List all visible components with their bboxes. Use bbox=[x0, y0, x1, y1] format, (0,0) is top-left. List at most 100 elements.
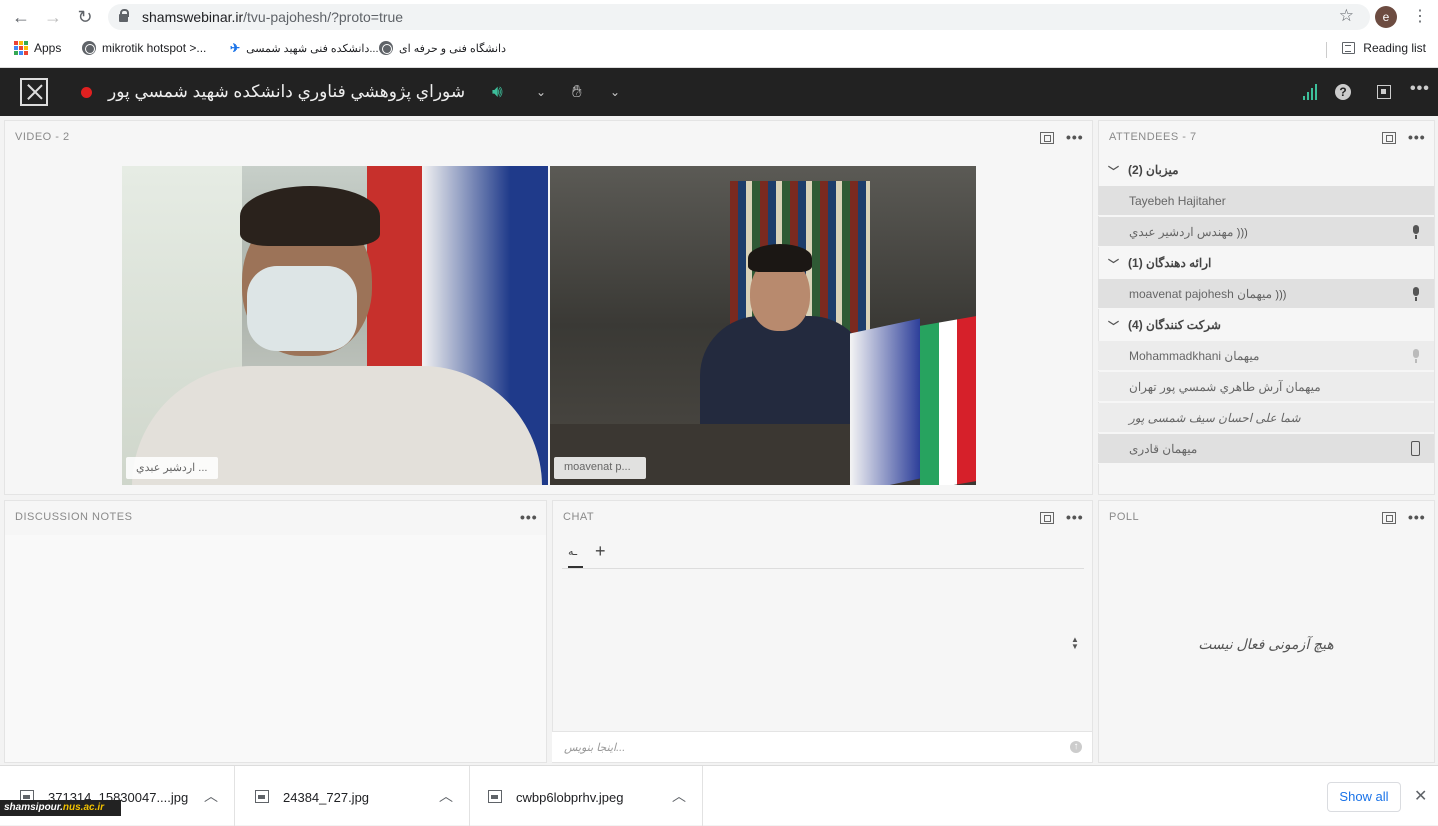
chat-tab-everyone[interactable]: ـه bbox=[568, 545, 577, 558]
send-icon[interactable]: ↑ bbox=[1070, 741, 1082, 753]
help-icon[interactable]: ? bbox=[1335, 84, 1351, 100]
close-icon[interactable]: ✕ bbox=[1414, 786, 1427, 806]
url-path: /tvu-pajohesh/?proto=true bbox=[243, 9, 404, 25]
notes-area[interactable] bbox=[5, 535, 546, 762]
video-tile-presenter-1[interactable]: اردشیر عبدي ... bbox=[122, 166, 548, 485]
divider bbox=[562, 568, 1084, 569]
connection-signal-icon[interactable] bbox=[1303, 84, 1319, 100]
attendee-row[interactable]: مهندس اردشير عبدي ))) bbox=[1098, 217, 1434, 247]
video-name-label: اردشیر عبدي ... bbox=[126, 457, 218, 479]
microphone-icon[interactable] bbox=[1412, 225, 1420, 239]
attendee-row[interactable]: ميهمان آرش طاهري شمسي پور تهران bbox=[1098, 372, 1434, 402]
attendee-group-hosts[interactable]: ﹀ ميزبان (2) bbox=[1098, 155, 1434, 185]
chat-placeholder: اینجا بنویس... bbox=[564, 742, 626, 754]
group-label: شرکت کنندگان (4) bbox=[1128, 318, 1221, 332]
attendees-pod-title: ATTENDEES - 7 bbox=[1109, 131, 1197, 143]
speaking-icon: ))) bbox=[1236, 227, 1248, 239]
add-chat-tab-icon[interactable]: + bbox=[595, 541, 606, 562]
attendee-name: Mohammadkhani میهمان bbox=[1129, 349, 1260, 363]
attendee-row[interactable]: moavenat pajohesh میهمان ))) bbox=[1098, 279, 1434, 309]
maximize-icon[interactable] bbox=[1382, 132, 1396, 144]
browser-menu-icon[interactable]: ⋮ bbox=[1412, 6, 1428, 26]
image-file-icon bbox=[488, 790, 502, 803]
download-item[interactable]: 371314_15830047....jpg ︿ bbox=[0, 766, 235, 826]
more-options-icon[interactable]: ••• bbox=[1410, 80, 1430, 98]
chevron-up-icon[interactable]: ︿ bbox=[439, 786, 453, 806]
chat-pod: CHAT ••• bbox=[552, 500, 1093, 763]
attendee-name: moavenat pajohesh میهمان ))) bbox=[1129, 287, 1287, 301]
group-label: ارائه دهندگان (1) bbox=[1128, 256, 1212, 270]
bookmark-mikrotik[interactable]: mikrotik hotspot >... bbox=[82, 41, 206, 55]
reading-list-icon bbox=[1342, 42, 1356, 54]
more-options-icon[interactable]: ••• bbox=[520, 509, 538, 525]
poll-empty-message: هیچ آزمونی فعال نیست bbox=[1198, 636, 1334, 652]
attendee-name: شما علی احسان سیف شمسی پور bbox=[1129, 411, 1301, 425]
chevron-down-icon[interactable]: ﹀ bbox=[1108, 163, 1119, 179]
chevron-down-icon[interactable]: ﹀ bbox=[1108, 318, 1119, 334]
more-options-icon[interactable]: ••• bbox=[1066, 509, 1084, 525]
chat-pod-title: CHAT bbox=[563, 511, 595, 523]
poll-pod: POLL ••• bbox=[1098, 500, 1435, 763]
chat-input[interactable]: اینجا بنویس... ↑ bbox=[552, 731, 1092, 762]
scroll-arrows-icon[interactable]: ▲ ▼ bbox=[1071, 636, 1079, 651]
image-file-icon bbox=[255, 790, 269, 803]
site-watermark: shamsipour.nus.ac.ir bbox=[0, 800, 121, 816]
attendee-row[interactable]: Tayebeh Hajitaher bbox=[1098, 186, 1434, 216]
flag-university bbox=[850, 318, 920, 485]
more-options-icon[interactable]: ••• bbox=[1408, 509, 1426, 525]
show-all-button[interactable]: Show all bbox=[1327, 782, 1401, 812]
attendee-group-participants[interactable]: ﹀ شرکت کنندگان (4) bbox=[1098, 310, 1434, 340]
bookmark-tvu[interactable]: دانشگاه فنی و حرفه ای bbox=[379, 41, 506, 55]
profile-avatar[interactable]: e bbox=[1375, 6, 1397, 28]
video-pod-title: VIDEO - 2 bbox=[15, 131, 70, 143]
attendee-name: میهمان قادری bbox=[1129, 442, 1198, 456]
recording-indicator bbox=[81, 87, 92, 98]
attendee-row[interactable]: میهمان قادری bbox=[1098, 434, 1434, 464]
address-bar[interactable]: shamswebinar.ir/tvu-pajohesh/?proto=true… bbox=[108, 4, 1370, 30]
download-item[interactable]: cwbp6lobprhv.jpeg ︿ bbox=[468, 766, 703, 826]
bookmark-label: mikrotik hotspot >... bbox=[102, 41, 207, 55]
bookmark-shamsipour[interactable]: ✈ دانشکده فنی شهید شمسی... bbox=[230, 41, 379, 55]
speaking-icon: ))) bbox=[1275, 289, 1287, 301]
flag-iran bbox=[920, 316, 976, 485]
chevron-up-icon[interactable]: ︿ bbox=[672, 786, 686, 806]
meeting-toolbar: شوراي پژوهشي فناوري دانشکده شهيد شمسي پو… bbox=[0, 68, 1438, 116]
maximize-icon[interactable] bbox=[1040, 132, 1054, 144]
reading-list-button[interactable]: Reading list bbox=[1342, 41, 1426, 55]
globe-icon bbox=[82, 41, 96, 55]
fullscreen-icon[interactable] bbox=[1377, 85, 1391, 99]
forward-icon[interactable]: → bbox=[42, 6, 64, 28]
chevron-down-icon[interactable]: ﹀ bbox=[1108, 256, 1119, 272]
raise-hand-icon[interactable]: ✋︎ bbox=[572, 82, 582, 102]
attendee-row[interactable]: Mohammadkhani میهمان bbox=[1098, 341, 1434, 371]
divider bbox=[1326, 42, 1327, 58]
lock-icon bbox=[118, 9, 129, 23]
chevron-up-icon[interactable]: ︿ bbox=[204, 786, 218, 806]
url-host: shamswebinar.ir bbox=[142, 9, 244, 25]
person-hair bbox=[748, 244, 812, 272]
more-options-icon[interactable]: ••• bbox=[1408, 129, 1426, 145]
attendee-name: ميهمان آرش طاهري شمسي پور تهران bbox=[1129, 380, 1321, 394]
maximize-icon[interactable] bbox=[1382, 512, 1396, 524]
video-name-label: moavenat p... bbox=[554, 457, 646, 479]
person-hair bbox=[240, 186, 380, 246]
bookmark-star-icon[interactable]: ☆ bbox=[1339, 6, 1354, 26]
adobe-connect-logo bbox=[20, 78, 48, 106]
attendee-group-presenters[interactable]: ﹀ ارائه دهندگان (1) bbox=[1098, 248, 1434, 278]
attendee-row[interactable]: شما علی احسان سیف شمسی پور bbox=[1098, 403, 1434, 433]
url-text: shamswebinar.ir/tvu-pajohesh/?proto=true bbox=[142, 9, 403, 25]
download-item[interactable]: 24384_727.jpg ︿ bbox=[235, 766, 470, 826]
more-options-icon[interactable]: ••• bbox=[1066, 129, 1084, 145]
chevron-down-icon[interactable]: ⌄ bbox=[536, 85, 546, 99]
chevron-down-icon[interactable]: ⌄ bbox=[610, 85, 620, 99]
reload-icon[interactable]: ↻ bbox=[74, 6, 96, 28]
bookmark-apps[interactable]: Apps bbox=[14, 41, 61, 55]
notes-pod-title: DISCUSSION NOTES bbox=[15, 511, 133, 523]
microphone-icon[interactable] bbox=[1412, 349, 1420, 363]
bookmark-label: دانشگاه فنی و حرفه ای bbox=[399, 42, 506, 55]
back-icon[interactable]: ← bbox=[10, 6, 32, 28]
video-tile-presenter-2[interactable]: moavenat p... bbox=[550, 166, 976, 485]
speaker-icon[interactable]: 🔊︎ bbox=[492, 82, 503, 102]
microphone-icon[interactable] bbox=[1412, 287, 1420, 301]
maximize-icon[interactable] bbox=[1040, 512, 1054, 524]
